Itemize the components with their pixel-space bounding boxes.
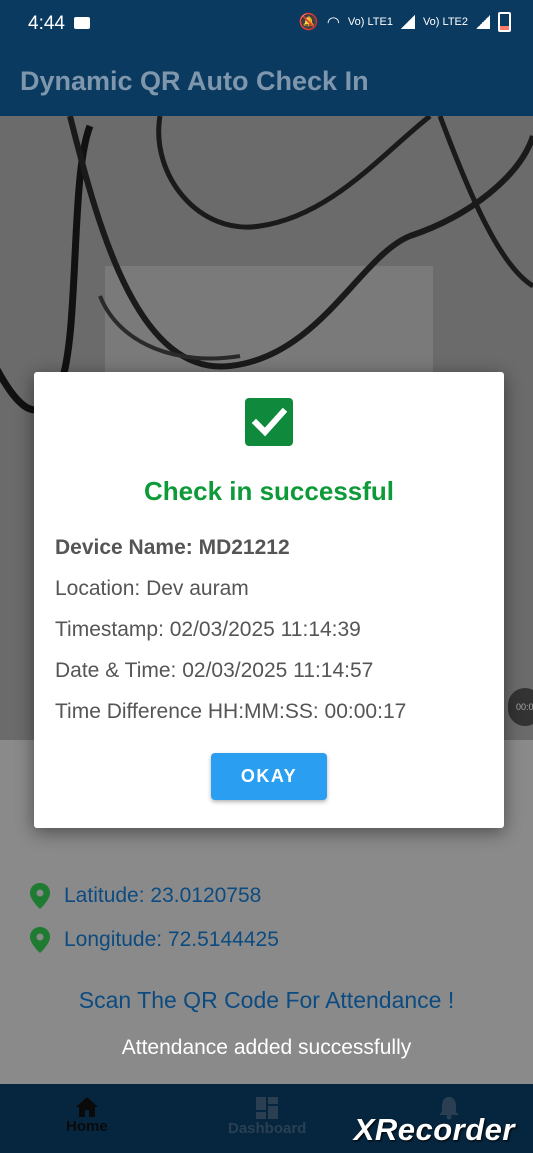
- location-pin-icon: [30, 927, 50, 953]
- check-icon: [245, 398, 293, 446]
- longitude-text: Longitude: 72.5144425: [64, 928, 279, 951]
- status-bar: 4:44 🔕 ◠ Vo) LTE1 Vo) LTE2: [0, 0, 533, 46]
- timestamp-text: Timestamp: 02/03/2025 11:14:39: [55, 618, 361, 641]
- battery-icon: [498, 12, 511, 32]
- bottom-navigation: Home Dashboard XRecorder: [0, 1084, 533, 1153]
- app-title: Dynamic QR Auto Check In: [20, 66, 369, 96]
- side-chip[interactable]: 00:0: [508, 688, 533, 726]
- longitude-row: Longitude: 72.5144425: [30, 927, 279, 953]
- nav-home-label: Home: [66, 1118, 108, 1135]
- home-icon: [75, 1097, 98, 1117]
- time-difference-text: Time Difference HH:MM:SS: 00:00:17: [55, 700, 407, 723]
- location-pin-icon: [30, 883, 50, 909]
- signal-icon: [476, 15, 490, 29]
- wifi-icon: ◠: [326, 14, 340, 31]
- sim1-label: Vo) LTE1: [347, 16, 393, 28]
- screen-record-icon: [74, 17, 90, 29]
- latitude-row: Latitude: 23.0120758: [30, 883, 261, 909]
- toast-message: Attendance added successfully: [121, 1036, 412, 1059]
- latitude-text: Latitude: 23.0120758: [64, 884, 262, 907]
- sim2-label: Vo) LTE2: [422, 16, 468, 28]
- mute-icon: 🔕: [298, 14, 319, 31]
- signal-icon: [400, 15, 415, 29]
- status-icons: 🔕 ◠ Vo) LTE1 Vo) LTE2: [299, 12, 511, 32]
- scan-prompt: Scan The QR Code For Attendance !: [78, 987, 455, 1013]
- location-text: Location: Dev auram: [55, 577, 249, 600]
- dialog-heading: Check in successful: [144, 476, 394, 506]
- nav-dashboard[interactable]: Dashboard: [228, 1096, 306, 1137]
- status-time: 4:44: [28, 13, 65, 34]
- nav-dashboard-label: Dashboard: [228, 1120, 307, 1137]
- nav-home[interactable]: Home: [66, 1096, 108, 1135]
- okay-button[interactable]: OKAY: [211, 753, 327, 800]
- checkin-success-dialog: Check in successful Device Name: MD21212…: [34, 372, 504, 828]
- app-bar: Dynamic QR Auto Check In: [0, 46, 533, 116]
- date-time-text: Date & Time: 02/03/2025 11:14:57: [55, 659, 374, 682]
- device-name-text: Device Name: MD21212: [55, 536, 290, 559]
- dashboard-icon: [256, 1097, 279, 1119]
- watermark-logo: XRecorder: [353, 1112, 515, 1147]
